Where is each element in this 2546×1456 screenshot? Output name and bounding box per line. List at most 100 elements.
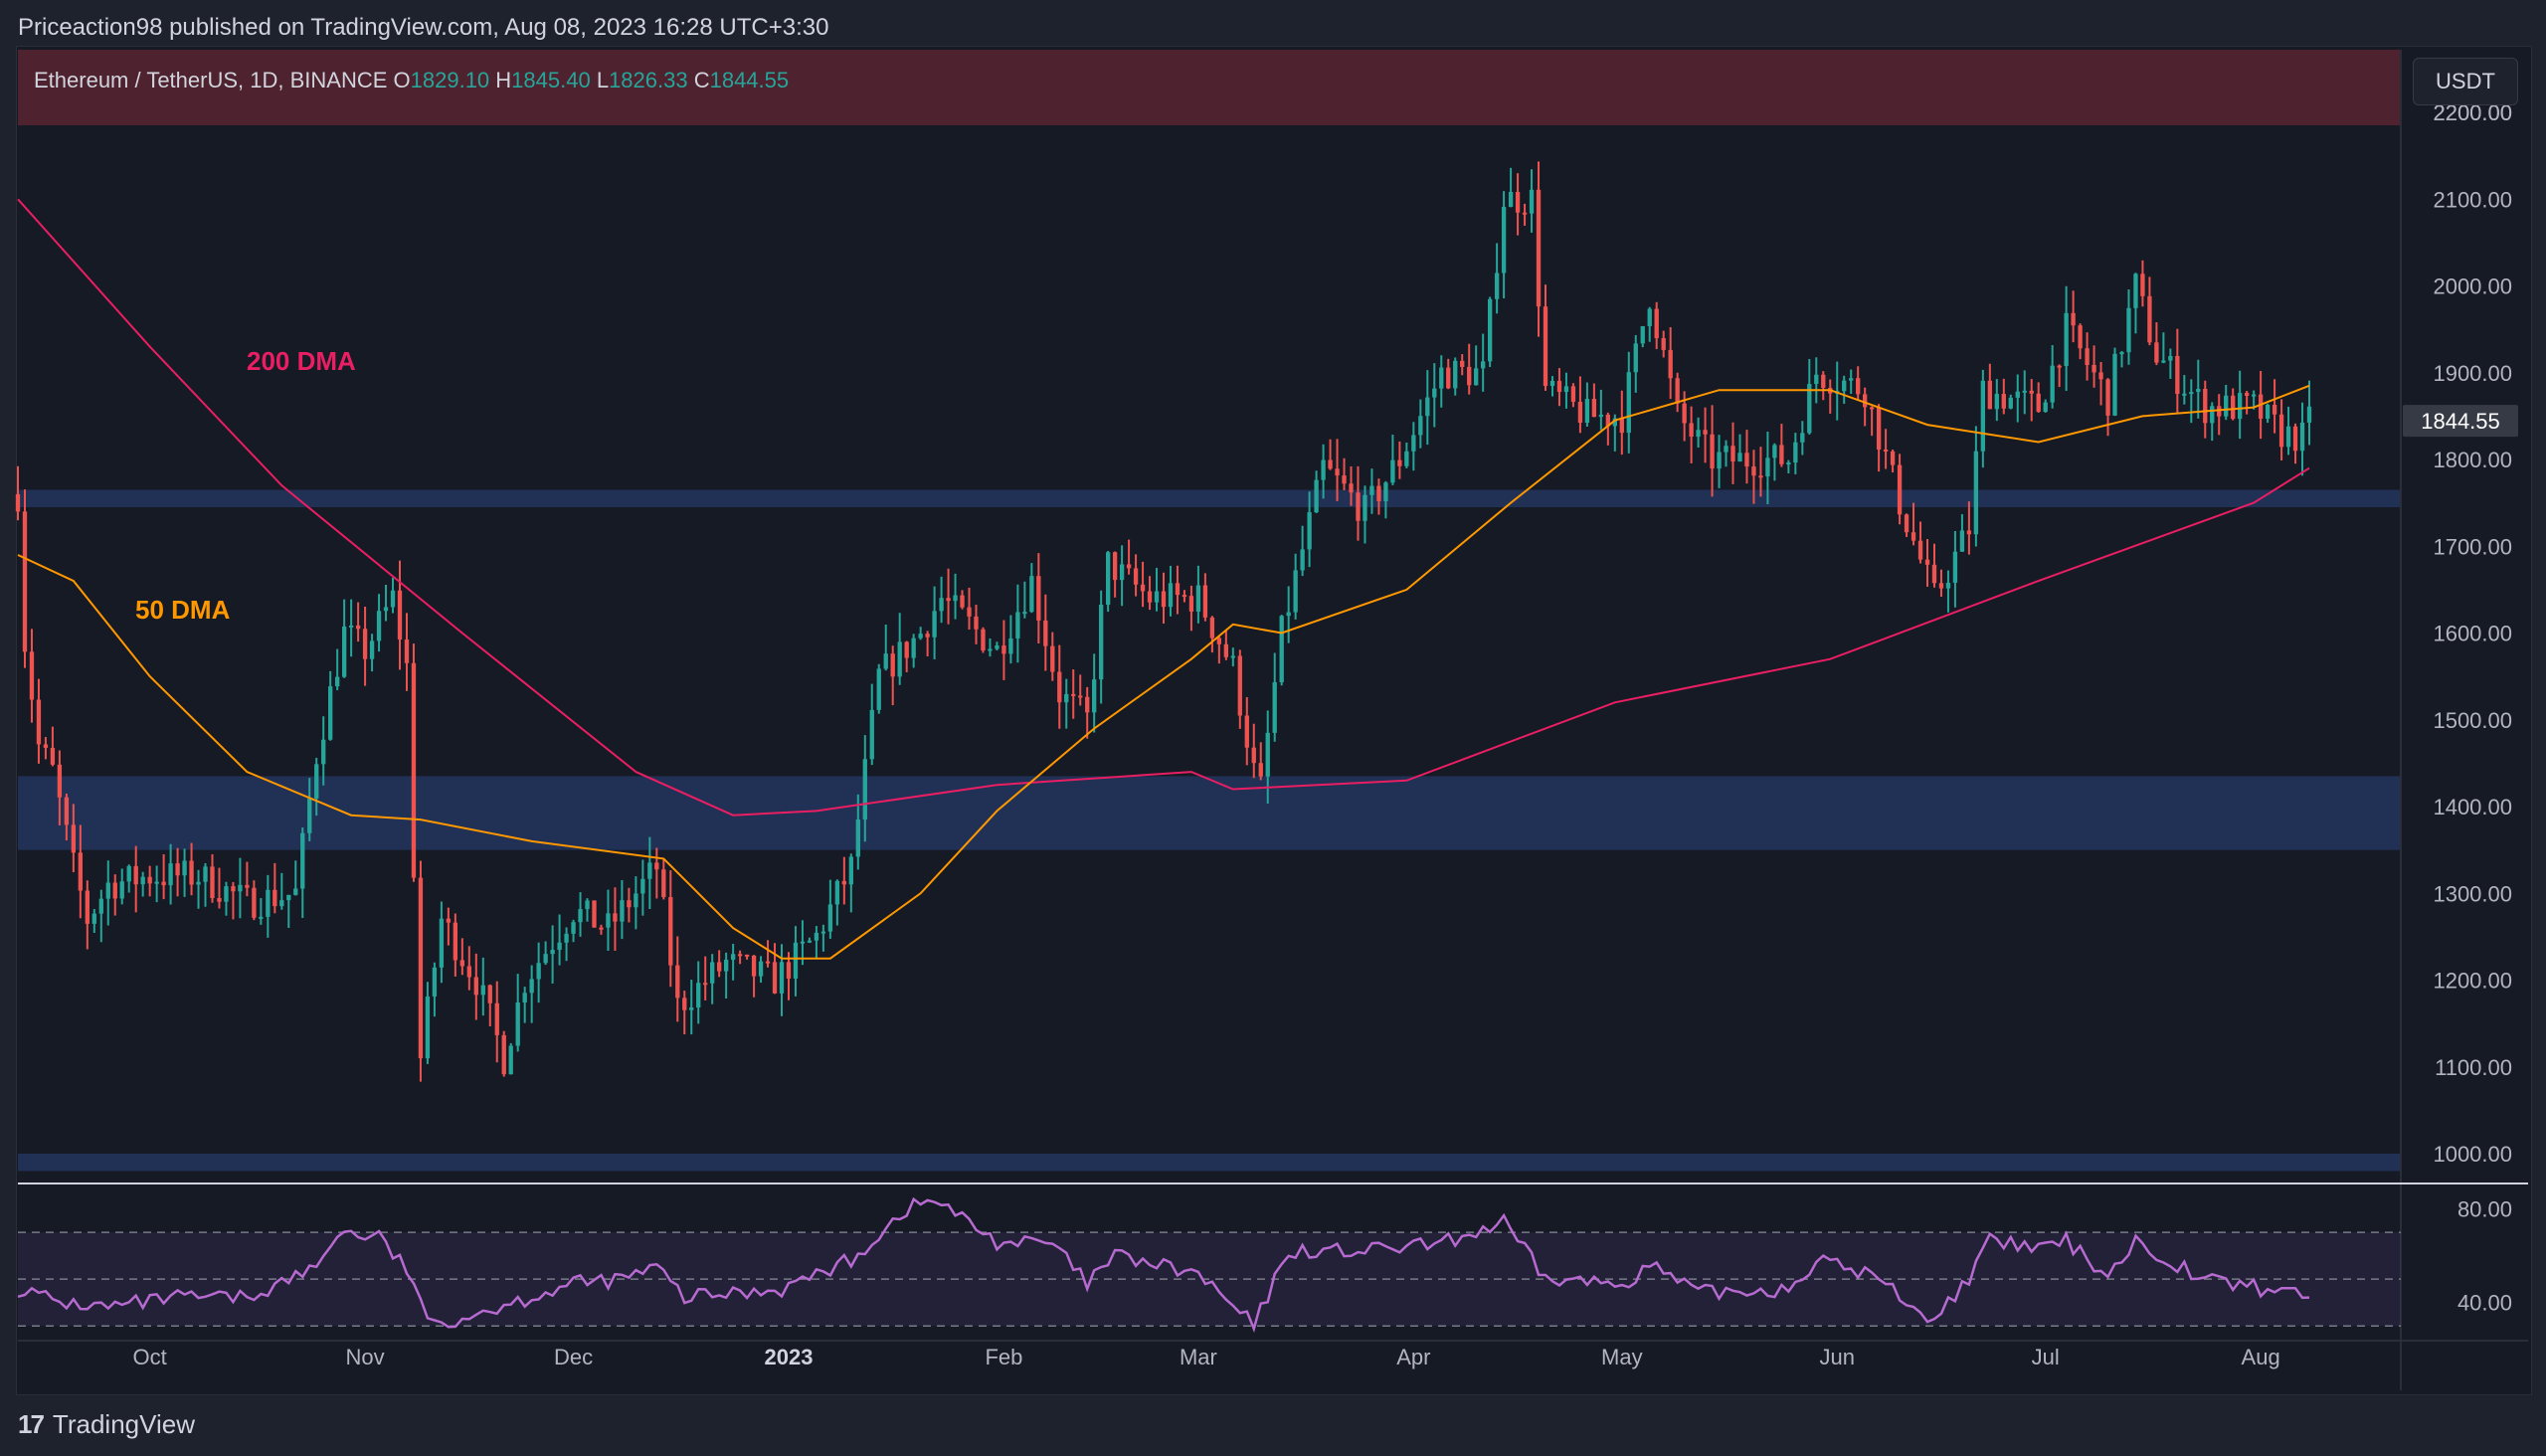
tradingview-logo-icon[interactable]: 17 [18,1409,45,1440]
candle-body [245,884,250,888]
candle-body [1856,378,1861,395]
candle-body [661,869,666,898]
candle-body [1862,394,1868,408]
candle-body [1376,485,1381,501]
candle-body [133,865,138,885]
candle-body [1883,450,1889,453]
candle-body [730,954,736,960]
candle-body [744,954,750,957]
candle-body [1966,530,1972,535]
candle-body [1279,616,1284,683]
candle-body [1549,380,1555,387]
candle-body [36,699,42,745]
candle-body [1216,637,1222,644]
candle-body [1556,380,1562,393]
candle-body [1591,399,1597,418]
candle-body [2189,392,2194,395]
candle-body [1800,433,1805,443]
price-tick-label: 1800.00 [2433,448,2512,472]
support-zone-2 [18,1154,2401,1172]
candle-body [793,942,799,979]
candle-body [737,954,743,957]
candle-body [2085,348,2090,365]
candle-body [606,913,611,928]
price-tick-label: 1200.00 [2433,969,2512,994]
candle-body [1182,595,1187,598]
candle-body [2098,372,2103,380]
candle-body [2251,394,2257,397]
candle-body [314,764,319,799]
candle-body [703,983,708,986]
candle-body [932,611,937,637]
dma50-label: 50 DMA [135,595,231,625]
footer-brand[interactable]: TradingView [53,1409,195,1440]
candle-body [348,625,354,628]
price-tick-label: 1600.00 [2433,622,2512,646]
candle-body [613,913,618,922]
candle-body [1536,189,1542,307]
price-tick-label: 1400.00 [2433,795,2512,819]
candle-body [2278,414,2284,448]
chart-canvas[interactable]: 1000.00 1100.00 1200.00 1300.00 1400.00 1500.… [0,0,2546,1456]
candle-body [696,983,701,1008]
candle-body [599,927,604,930]
candle-body [1307,512,1312,550]
candle-body [2175,355,2180,394]
candle-body [1924,559,1930,565]
candle-body [1494,273,1500,299]
candle-body [1890,451,1896,465]
candle-body [841,880,847,885]
candle-body [1425,397,1430,417]
candle-body [2224,395,2229,417]
candle-body [1849,378,1854,381]
time-tick-label: Dec [554,1345,593,1369]
candle-body [564,933,569,943]
candle-body [1640,325,1645,344]
candle-body [1467,366,1472,386]
candle-body [217,898,222,902]
candle-body [1300,549,1305,571]
candle-body [64,797,70,825]
candle-body [1195,585,1201,612]
candle-body [1724,446,1728,453]
candle-body [355,625,361,630]
candle-body [751,955,757,977]
candle-body [654,862,659,870]
candle-body [2112,353,2117,416]
candle-body [1293,570,1298,613]
time-tick-label: Apr [1396,1345,1430,1369]
candle-body [279,900,284,907]
candle-body [1133,568,1139,585]
price-tick-label: 2100.00 [2433,187,2512,212]
currency-button[interactable]: USDT [2413,58,2518,105]
candle-body [1244,715,1249,748]
time-tick-label: Jun [1819,1345,1854,1369]
candle-body [383,607,389,612]
candle-body [1570,386,1576,403]
candle-body [1814,374,1819,385]
candle-body [1931,564,1937,584]
candle-body [2029,390,2034,394]
candle-body [2105,379,2110,416]
candle-body [800,941,806,944]
candle-body [1258,763,1263,777]
candle-body [1272,682,1277,733]
candle-body [995,645,1000,649]
candle-body [126,865,131,882]
candle-body [1008,637,1013,654]
candle-body [418,877,424,1059]
candle-body [786,962,792,979]
candle-body [772,962,778,994]
candle-body [175,863,180,876]
candle-body [182,860,187,876]
candle-body [2057,365,2062,368]
candle-body [716,962,722,972]
candle-body [22,511,28,652]
candle-body [286,894,291,901]
candle-body [1480,361,1486,369]
candle-body [758,961,764,977]
candle-body [640,878,645,894]
candle-body [1529,189,1535,214]
candle-body [71,824,77,853]
price-tick-label: 2000.00 [2433,274,2512,299]
